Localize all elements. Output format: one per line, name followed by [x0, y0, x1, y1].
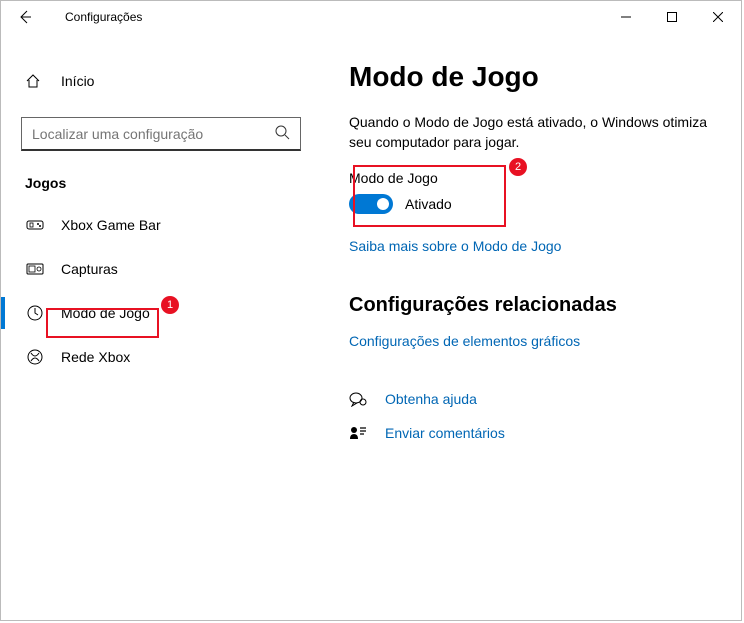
window-title: Configurações: [65, 10, 142, 24]
game-bar-icon: [25, 218, 45, 232]
window-controls: [603, 1, 741, 33]
minimize-button[interactable]: [603, 1, 649, 33]
help-icon: [349, 391, 369, 407]
arrow-left-icon: [17, 9, 33, 25]
close-icon: [713, 12, 723, 22]
description-text: Quando o Modo de Jogo está ativado, o Wi…: [349, 113, 713, 152]
xbox-network-icon: [25, 349, 45, 365]
search-input[interactable]: [32, 126, 274, 142]
body: Início Jogos Xbox Game Bar Capturas: [1, 33, 741, 620]
maximize-button[interactable]: [649, 1, 695, 33]
page-title: Modo de Jogo: [349, 61, 713, 93]
sidebar-item-label: Rede Xbox: [61, 349, 130, 365]
back-button[interactable]: [9, 1, 41, 33]
get-help-row[interactable]: Obtenha ajuda: [349, 391, 713, 407]
feedback-row[interactable]: Enviar comentários: [349, 425, 713, 441]
feedback-link[interactable]: Enviar comentários: [385, 425, 505, 441]
feedback-icon: [349, 425, 369, 441]
sidebar-item-xbox-game-bar[interactable]: Xbox Game Bar: [9, 203, 313, 247]
sidebar-item-label: Modo de Jogo: [61, 305, 150, 321]
get-help-link[interactable]: Obtenha ajuda: [385, 391, 477, 407]
content-pane: Modo de Jogo Quando o Modo de Jogo está …: [321, 33, 741, 620]
sidebar-item-game-mode[interactable]: Modo de Jogo: [9, 291, 313, 335]
game-mode-icon: [25, 305, 45, 321]
sidebar-item-captures[interactable]: Capturas: [9, 247, 313, 291]
related-heading: Configurações relacionadas: [349, 294, 713, 317]
section-label: Jogos: [25, 175, 313, 191]
minimize-icon: [621, 12, 631, 22]
search-icon: [274, 124, 290, 143]
toggle-state-label: Ativado: [405, 196, 452, 212]
settings-window: Configurações Início: [0, 0, 742, 621]
toggle-section-label: Modo de Jogo: [349, 170, 713, 186]
search-box[interactable]: [21, 117, 301, 151]
maximize-icon: [667, 12, 677, 22]
captures-icon: [25, 262, 45, 276]
sidebar-item-xbox-network[interactable]: Rede Xbox: [9, 335, 313, 379]
home-icon: [25, 73, 45, 89]
sidebar-item-label: Xbox Game Bar: [61, 217, 161, 233]
graphics-settings-link[interactable]: Configurações de elementos gráficos: [349, 333, 580, 349]
game-mode-toggle[interactable]: [349, 194, 393, 214]
titlebar: Configurações: [1, 1, 741, 33]
close-button[interactable]: [695, 1, 741, 33]
sidebar: Início Jogos Xbox Game Bar Capturas: [1, 33, 321, 620]
toggle-row: Ativado: [349, 194, 713, 214]
home-label: Início: [61, 73, 94, 89]
home-nav[interactable]: Início: [9, 61, 313, 101]
learn-more-link[interactable]: Saiba mais sobre o Modo de Jogo: [349, 238, 561, 254]
sidebar-item-label: Capturas: [61, 261, 118, 277]
toggle-thumb: [377, 198, 389, 210]
